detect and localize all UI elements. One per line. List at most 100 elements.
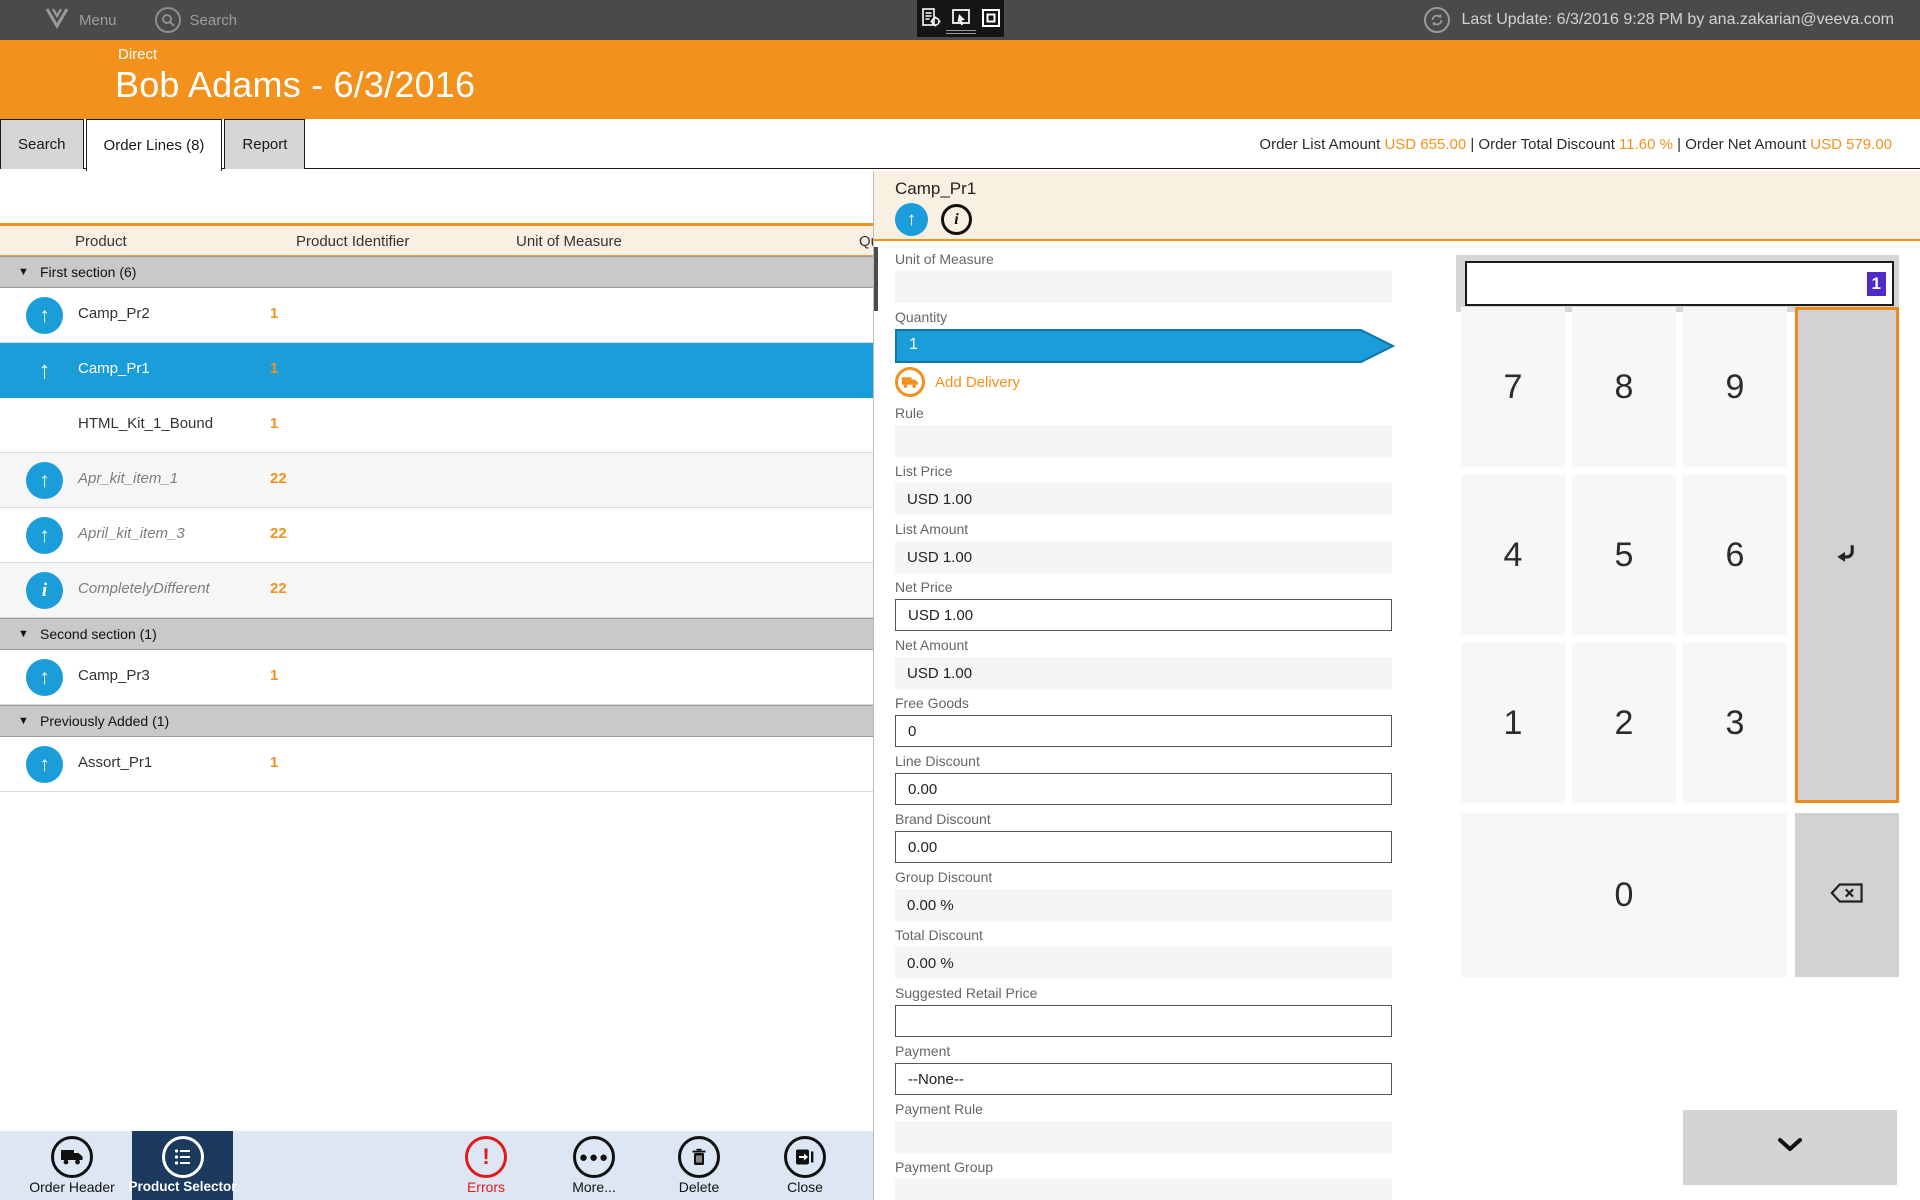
collapse-triangle-icon: ▼ <box>18 628 40 640</box>
chevron-down-icon <box>1776 1137 1804 1158</box>
up-arrow-icon: ↑ <box>26 462 63 499</box>
detail-panel-header: Camp_Pr1 ↑ i <box>874 171 1920 241</box>
script-target-icon[interactable] <box>920 7 942 34</box>
field-list-price: USD 1.00 <box>895 483 1392 515</box>
numpad-backspace-key[interactable] <box>1795 813 1899 977</box>
numpad-key-1[interactable]: 1 <box>1461 643 1565 803</box>
detail-fields: Unit of Measure Quantity 1 Add Delivery … <box>895 251 1392 1200</box>
table-row[interactable]: ↑ April_kit_item_3 22 <box>0 508 873 563</box>
field-line-discount[interactable]: 0.00 <box>895 773 1392 805</box>
dismiss-keypad-button[interactable] <box>1683 1110 1897 1185</box>
numpad-key-8[interactable]: 8 <box>1572 307 1676 467</box>
order-header-band: Direct Bob Adams - 6/3/2016 <box>0 40 1920 119</box>
table-row[interactable]: ↑ Camp_Pr2 1 <box>0 288 873 343</box>
field-brand-discount[interactable]: 0.00 <box>895 831 1392 863</box>
collapse-triangle-icon: ▼ <box>18 715 40 727</box>
table-row[interactable]: ↑ Apr_kit_item_1 22 <box>0 453 873 508</box>
last-update-text: Last Update: 6/3/2016 9:28 PM by ana.zak… <box>1462 11 1895 29</box>
field-label-unit-of-measure: Unit of Measure <box>895 251 1392 268</box>
numpad-key-9[interactable]: 9 <box>1683 307 1787 467</box>
search-button[interactable]: Search <box>155 7 238 33</box>
quantity-value: 1 <box>909 336 918 354</box>
scrollbar-thumb[interactable] <box>874 247 878 311</box>
square-in-square-icon[interactable] <box>980 7 1002 34</box>
order-header-button[interactable]: Order Header <box>12 1136 132 1195</box>
field-payment-rule <box>895 1121 1392 1153</box>
info-icon: i <box>26 572 63 609</box>
search-icon <box>155 7 181 33</box>
table-row-selected[interactable]: ↑ Camp_Pr1 1 <box>0 343 873 398</box>
field-net-price[interactable]: USD 1.00 <box>895 599 1392 631</box>
floating-tools-overlay <box>917 0 1004 37</box>
info-icon[interactable]: i <box>941 204 972 235</box>
col-quantity: Quantity <box>859 233 873 250</box>
numpad-key-4[interactable]: 4 <box>1461 475 1565 635</box>
section-second[interactable]: ▼ Second section (1) <box>0 618 873 650</box>
numpad-key-7[interactable]: 7 <box>1461 307 1565 467</box>
product-detail-panel: Camp_Pr1 ↑ i Unit of Measure Quantity 1 … <box>873 171 1920 1200</box>
search-label: Search <box>190 12 238 29</box>
detail-product-title: Camp_Pr1 <box>895 179 976 199</box>
section-previously-added[interactable]: ▼ Previously Added (1) <box>0 705 873 737</box>
tab-bar: Search Order Lines (8) Report Order List… <box>0 119 1920 169</box>
tab-order-lines[interactable]: Order Lines (8) <box>86 119 223 171</box>
col-product-identifier: Product Identifier <box>296 233 409 250</box>
field-unit-of-measure <box>895 271 1392 303</box>
field-payment-group <box>895 1179 1392 1200</box>
numpad-key-5[interactable]: 5 <box>1572 475 1676 635</box>
table-row[interactable]: i CompletelyDifferent 22 <box>0 563 873 618</box>
trash-icon <box>678 1136 720 1178</box>
product-selector-button[interactable]: Product Selector <box>132 1131 233 1200</box>
quantity-arrow-shape <box>895 329 1395 363</box>
more-button[interactable]: ●●● More... <box>534 1136 654 1195</box>
menu-button[interactable]: Menu <box>44 7 117 33</box>
table-row[interactable]: ↑ Camp_Pr3 1 <box>0 650 873 705</box>
close-button[interactable]: Close <box>745 1136 865 1195</box>
field-label-list-amount: List Amount <box>895 521 1392 538</box>
numpad-key-0[interactable]: 0 <box>1461 813 1787 977</box>
tab-report[interactable]: Report <box>224 119 305 169</box>
order-type-label: Direct <box>118 46 157 63</box>
numpad-key-6[interactable]: 6 <box>1683 475 1787 635</box>
numpad-enter-key[interactable] <box>1795 307 1899 803</box>
field-label-group-discount: Group Discount <box>895 869 1392 886</box>
field-label-quantity: Quantity <box>895 309 1392 326</box>
overlay-drag-handle[interactable] <box>946 30 976 34</box>
refresh-icon[interactable] <box>1424 7 1450 33</box>
table-row[interactable]: ↑ Assort_Pr1 1 <box>0 737 873 792</box>
up-arrow-icon: ↑ <box>26 352 63 389</box>
quantity-field[interactable]: 1 <box>895 329 1395 363</box>
field-label-list-price: List Price <box>895 463 1392 480</box>
error-exclamation-icon: ! <box>465 1136 507 1178</box>
up-arrow-icon: ↑ <box>26 517 63 554</box>
col-product: Product <box>75 233 127 250</box>
order-net-amount-value: USD 579.00 <box>1810 136 1892 153</box>
field-label-rule: Rule <box>895 405 1392 422</box>
order-summary: Order List Amount USD 655.00 | Order Tot… <box>1259 119 1892 169</box>
errors-button[interactable]: ! Errors <box>426 1136 546 1195</box>
field-label-free-goods: Free Goods <box>895 695 1392 712</box>
field-payment-select[interactable]: --None-- <box>895 1063 1392 1095</box>
field-label-suggested-retail-price: Suggested Retail Price <box>895 985 1392 1002</box>
numpad-key-2[interactable]: 2 <box>1572 643 1676 803</box>
field-label-net-amount: Net Amount <box>895 637 1392 654</box>
table-row[interactable]: HTML_Kit_1_Bound 1 <box>0 398 873 453</box>
numpad-key-3[interactable]: 3 <box>1683 643 1787 803</box>
table-header: Product Product Identifier Unit of Measu… <box>0 223 873 256</box>
field-label-payment-rule: Payment Rule <box>895 1101 1392 1118</box>
add-delivery-button[interactable]: Add Delivery <box>895 367 1392 397</box>
up-arrow-icon[interactable]: ↑ <box>895 203 928 236</box>
field-label-brand-discount: Brand Discount <box>895 811 1392 828</box>
menu-label: Menu <box>79 12 117 29</box>
section-first[interactable]: ▼ First section (6) <box>0 256 873 288</box>
numpad-input-selected-value: 1 <box>1867 272 1886 296</box>
field-suggested-retail-price[interactable] <box>895 1005 1392 1037</box>
up-arrow-icon: ↑ <box>26 746 63 783</box>
field-free-goods[interactable]: 0 <box>895 715 1392 747</box>
field-label-total-discount: Total Discount <box>895 927 1392 944</box>
delete-button[interactable]: Delete <box>639 1136 759 1195</box>
order-total-discount-value: 11.60 % <box>1619 136 1673 153</box>
enter-icon <box>1834 541 1860 570</box>
tab-search[interactable]: Search <box>0 119 84 169</box>
numpad-input[interactable]: 1 <box>1465 261 1894 306</box>
